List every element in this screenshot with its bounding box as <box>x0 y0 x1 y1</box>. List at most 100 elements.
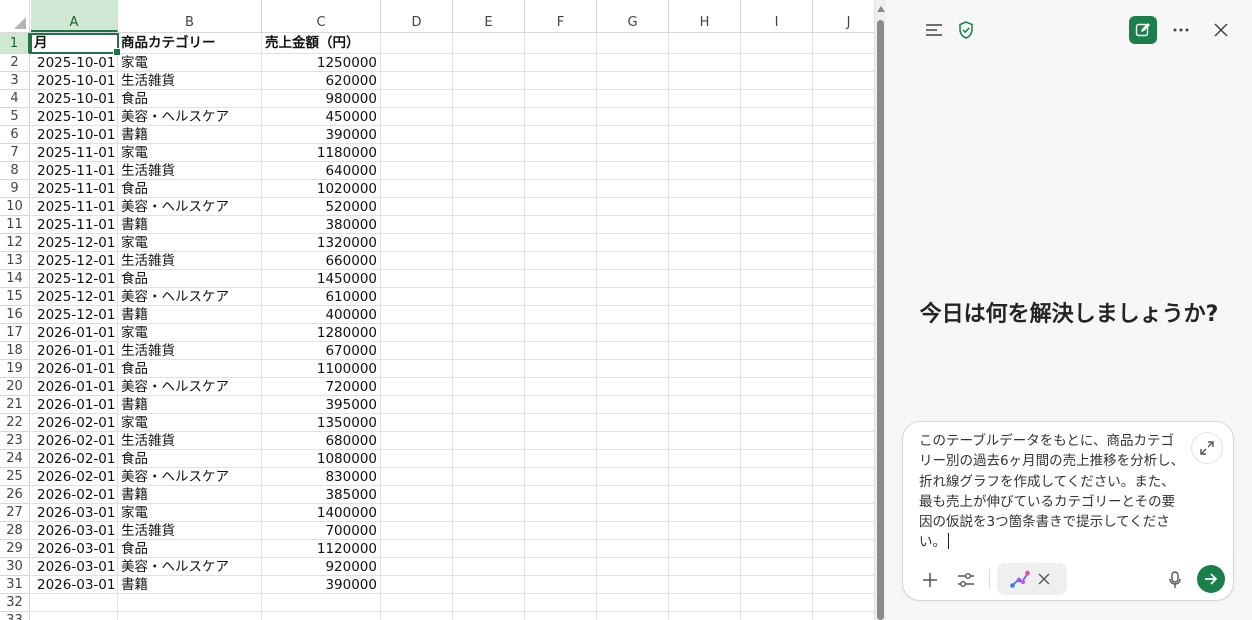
cell-a6[interactable]: 2025-10-01 <box>31 126 118 144</box>
cell-f8[interactable] <box>525 162 597 180</box>
cell-d18[interactable] <box>381 342 453 360</box>
cell-b4[interactable]: 食品 <box>118 90 262 108</box>
cell-h7[interactable] <box>669 144 741 162</box>
cell-g24[interactable] <box>597 450 669 468</box>
cell-h4[interactable] <box>669 90 741 108</box>
cell-a10[interactable]: 2025-11-01 <box>31 198 118 216</box>
cell-a7[interactable]: 2025-11-01 <box>31 144 118 162</box>
column-header-j[interactable]: J <box>813 0 874 32</box>
cell-c1[interactable]: 売上金額（円） <box>262 33 381 54</box>
cell-a15[interactable]: 2025-12-01 <box>31 288 118 306</box>
column-header-i[interactable]: I <box>741 0 813 32</box>
cell-d5[interactable] <box>381 108 453 126</box>
cell-c33[interactable] <box>262 612 381 620</box>
row-header[interactable]: 9 <box>0 180 30 198</box>
cell-e31[interactable] <box>453 576 525 594</box>
cell-f12[interactable] <box>525 234 597 252</box>
cell-b1[interactable]: 商品カテゴリー <box>118 33 262 54</box>
row-header[interactable]: 23 <box>0 432 30 450</box>
cell-c22[interactable]: 1350000 <box>262 414 381 432</box>
row-header[interactable]: 24 <box>0 450 30 468</box>
cell-g2[interactable] <box>597 54 669 72</box>
row-header[interactable]: 22 <box>0 414 30 432</box>
cell-e18[interactable] <box>453 342 525 360</box>
send-button[interactable] <box>1197 565 1225 593</box>
cell-c25[interactable]: 830000 <box>262 468 381 486</box>
cell-f1[interactable] <box>525 33 597 54</box>
column-header-h[interactable]: H <box>669 0 741 32</box>
cell-c4[interactable]: 980000 <box>262 90 381 108</box>
cell-h27[interactable] <box>669 504 741 522</box>
cell-a22[interactable]: 2026-02-01 <box>31 414 118 432</box>
cell-f19[interactable] <box>525 360 597 378</box>
cell-h12[interactable] <box>669 234 741 252</box>
more-icon[interactable] <box>1169 20 1193 40</box>
cell-b6[interactable]: 書籍 <box>118 126 262 144</box>
cell-d26[interactable] <box>381 486 453 504</box>
cell-d14[interactable] <box>381 270 453 288</box>
cell-d3[interactable] <box>381 72 453 90</box>
row-header[interactable]: 12 <box>0 234 30 252</box>
cell-a29[interactable]: 2026-03-01 <box>31 540 118 558</box>
cell-j16[interactable] <box>813 306 874 324</box>
cell-e27[interactable] <box>453 504 525 522</box>
cell-b27[interactable]: 家電 <box>118 504 262 522</box>
cell-a17[interactable]: 2026-01-01 <box>31 324 118 342</box>
cell-g1[interactable] <box>597 33 669 54</box>
cell-b23[interactable]: 生活雑貨 <box>118 432 262 450</box>
cell-a30[interactable]: 2026-03-01 <box>31 558 118 576</box>
cell-g5[interactable] <box>597 108 669 126</box>
settings-sliders-icon[interactable] <box>955 569 977 591</box>
cell-g8[interactable] <box>597 162 669 180</box>
cell-j3[interactable] <box>813 72 874 90</box>
cell-j15[interactable] <box>813 288 874 306</box>
cell-e17[interactable] <box>453 324 525 342</box>
cell-a4[interactable]: 2025-10-01 <box>31 90 118 108</box>
cell-h24[interactable] <box>669 450 741 468</box>
cell-c30[interactable]: 920000 <box>262 558 381 576</box>
cell-d13[interactable] <box>381 252 453 270</box>
cell-h25[interactable] <box>669 468 741 486</box>
row-header[interactable]: 27 <box>0 504 30 522</box>
cell-f2[interactable] <box>525 54 597 72</box>
cell-g26[interactable] <box>597 486 669 504</box>
cell-h19[interactable] <box>669 360 741 378</box>
cell-h1[interactable] <box>669 33 741 54</box>
cell-g17[interactable] <box>597 324 669 342</box>
cell-c13[interactable]: 660000 <box>262 252 381 270</box>
row-header[interactable]: 16 <box>0 306 30 324</box>
cell-b12[interactable]: 家電 <box>118 234 262 252</box>
prompt-input[interactable]: このテーブルデータをもとに、商品カテゴリー別の過去6ヶ月間の売上推移を分析し、折… <box>919 431 1187 553</box>
cell-j13[interactable] <box>813 252 874 270</box>
cell-a20[interactable]: 2026-01-01 <box>31 378 118 396</box>
row-header[interactable]: 18 <box>0 342 30 360</box>
row-header[interactable]: 30 <box>0 558 30 576</box>
cell-d8[interactable] <box>381 162 453 180</box>
column-header-d[interactable]: D <box>381 0 453 32</box>
cell-d32[interactable] <box>381 594 453 612</box>
cell-g15[interactable] <box>597 288 669 306</box>
cell-e30[interactable] <box>453 558 525 576</box>
cell-g16[interactable] <box>597 306 669 324</box>
cell-i11[interactable] <box>741 216 813 234</box>
cell-g12[interactable] <box>597 234 669 252</box>
cell-h17[interactable] <box>669 324 741 342</box>
cell-c24[interactable]: 1080000 <box>262 450 381 468</box>
cell-c31[interactable]: 390000 <box>262 576 381 594</box>
cell-a32[interactable] <box>31 594 118 612</box>
cell-b2[interactable]: 家電 <box>118 54 262 72</box>
cell-e25[interactable] <box>453 468 525 486</box>
cell-f15[interactable] <box>525 288 597 306</box>
cell-f28[interactable] <box>525 522 597 540</box>
cell-d6[interactable] <box>381 126 453 144</box>
row-header[interactable]: 15 <box>0 288 30 306</box>
cell-e3[interactable] <box>453 72 525 90</box>
cell-d29[interactable] <box>381 540 453 558</box>
cell-j1[interactable] <box>813 33 874 54</box>
cell-d20[interactable] <box>381 378 453 396</box>
cell-j10[interactable] <box>813 198 874 216</box>
cell-i18[interactable] <box>741 342 813 360</box>
cell-e20[interactable] <box>453 378 525 396</box>
cell-c23[interactable]: 680000 <box>262 432 381 450</box>
cell-a12[interactable]: 2025-12-01 <box>31 234 118 252</box>
